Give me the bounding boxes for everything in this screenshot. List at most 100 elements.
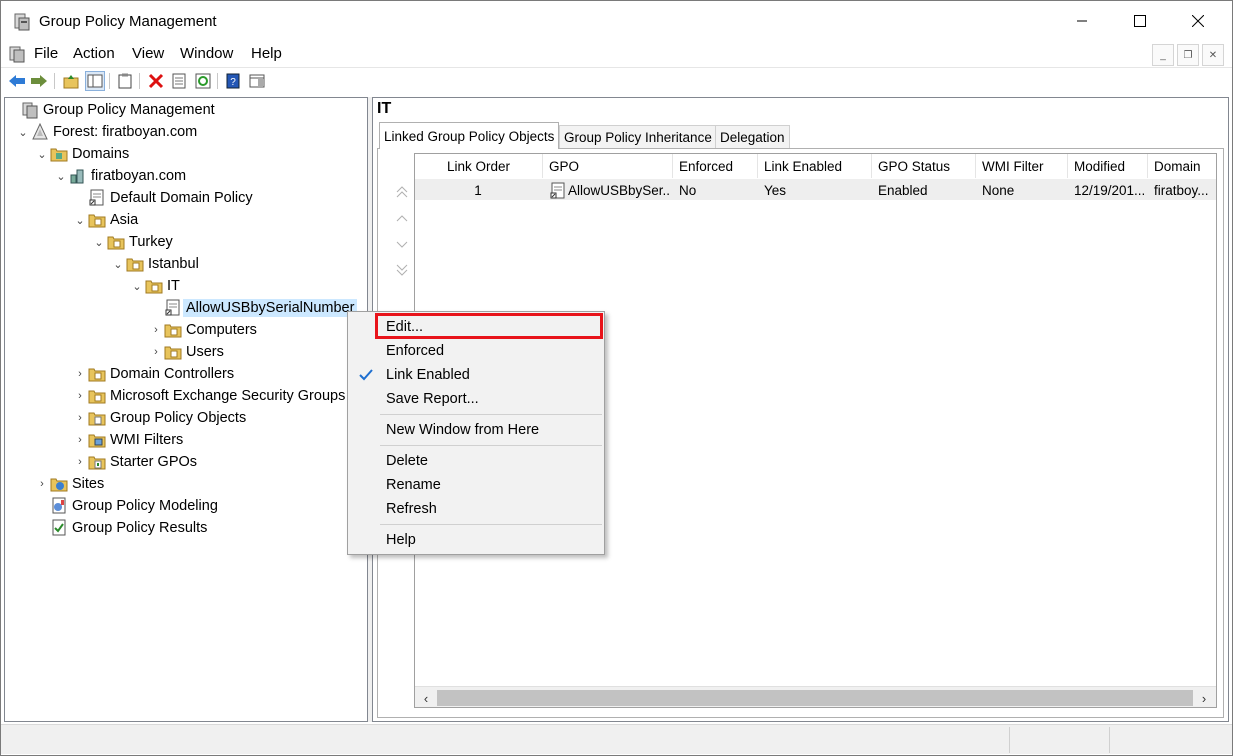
tree-item[interactable]: › Computers xyxy=(148,319,257,341)
move-to-top-button[interactable] xyxy=(390,179,414,205)
move-up-button[interactable] xyxy=(390,205,414,231)
menu-help[interactable]: Help xyxy=(251,45,282,62)
context-menu-item-save-report[interactable]: Save Report... xyxy=(350,387,602,411)
expand-chevron-icon[interactable]: › xyxy=(34,473,50,495)
close-button[interactable] xyxy=(1169,2,1227,40)
column-header[interactable]: WMI Filter xyxy=(976,154,1068,178)
collapse-chevron-icon[interactable]: ⌄ xyxy=(129,275,145,297)
tree-item[interactable]: ⌄ IT xyxy=(129,275,180,297)
tab-linked-gpos[interactable]: Linked Group Policy Objects xyxy=(379,122,560,149)
tree-item-label: Computers xyxy=(186,322,257,338)
tree-item-label: Forest: firatboyan.com xyxy=(53,124,198,140)
menu-window[interactable]: Window xyxy=(180,45,233,62)
tree-item[interactable]: ⌄ Turkey xyxy=(91,231,173,253)
clipboard-icon xyxy=(118,73,132,89)
minimize-button[interactable] xyxy=(1053,2,1111,40)
mmc-document-icon[interactable] xyxy=(7,44,27,64)
tree-item[interactable]: › Domain Controllers xyxy=(72,363,234,385)
status-bar xyxy=(1,724,1232,754)
tree-item[interactable]: Group Policy Results xyxy=(34,517,207,539)
gpm-icon xyxy=(21,101,39,119)
context-menu-item-refresh[interactable]: Refresh xyxy=(350,497,602,521)
collapse-chevron-icon[interactable]: ⌄ xyxy=(53,165,69,187)
expand-chevron-icon[interactable]: › xyxy=(72,429,88,451)
maximize-button[interactable] xyxy=(1111,2,1169,40)
tree-item[interactable]: ⌄ firatboyan.com xyxy=(53,165,186,187)
tree-item[interactable]: › Starter GPOs xyxy=(72,451,197,473)
column-header[interactable]: Enforced xyxy=(673,154,758,178)
horizontal-scrollbar[interactable]: ‹ › xyxy=(415,686,1216,707)
context-menu-item-enforced[interactable]: Enforced xyxy=(350,339,602,363)
clipboard-button[interactable] xyxy=(115,71,135,91)
expand-chevron-icon[interactable]: › xyxy=(72,407,88,429)
close-icon xyxy=(1192,15,1204,27)
context-menu-item-delete[interactable]: Delete xyxy=(350,449,602,473)
ou-folder-icon xyxy=(164,343,182,361)
column-header[interactable]: Link Enabled xyxy=(758,154,872,178)
tab-gp-inheritance[interactable]: Group Policy Inheritance xyxy=(559,125,717,148)
move-down-button[interactable] xyxy=(390,231,414,257)
cell-text: None xyxy=(982,182,1015,198)
tab-delegation[interactable]: Delegation xyxy=(715,125,790,148)
mdi-minimize-button[interactable]: _ xyxy=(1152,44,1174,66)
column-header[interactable]: Link Order xyxy=(415,154,543,178)
collapse-chevron-icon[interactable]: ⌄ xyxy=(91,231,107,253)
context-menu-item-new-window-from-here[interactable]: New Window from Here xyxy=(350,418,602,442)
move-to-bottom-button[interactable] xyxy=(390,257,414,283)
tree-item-label: Domains xyxy=(72,146,130,162)
scrollbar-thumb[interactable] xyxy=(437,690,1193,706)
expand-chevron-icon[interactable]: › xyxy=(72,451,88,473)
context-menu-item-edit[interactable]: Edit... xyxy=(350,315,602,339)
expand-chevron-icon[interactable]: › xyxy=(148,319,164,341)
menu-separator xyxy=(380,524,602,525)
collapse-chevron-icon[interactable]: ⌄ xyxy=(34,143,50,165)
context-menu-item-rename[interactable]: Rename xyxy=(350,473,602,497)
show-action-pane-button[interactable] xyxy=(247,71,267,91)
show-hide-tree-button[interactable] xyxy=(85,71,105,91)
forward-button[interactable] xyxy=(29,71,49,91)
mdi-restore-button[interactable]: ❐ xyxy=(1177,44,1199,66)
scroll-left-button[interactable]: ‹ xyxy=(417,689,435,707)
delete-button[interactable] xyxy=(146,71,166,91)
tree-item-label: Turkey xyxy=(129,234,173,250)
tree-item[interactable]: AllowUSBbySerialNumber xyxy=(148,297,358,319)
tree-item[interactable]: › WMI Filters xyxy=(72,429,183,451)
column-header[interactable]: Domain xyxy=(1148,154,1216,178)
tree-item[interactable]: ⌄ Forest: firatboyan.com xyxy=(15,121,197,143)
collapse-chevron-icon[interactable]: ⌄ xyxy=(110,253,126,275)
menu-view[interactable]: View xyxy=(132,45,164,62)
tree-item[interactable]: › Sites xyxy=(34,473,104,495)
tree-item[interactable]: ⌄ Istanbul xyxy=(110,253,198,275)
expand-chevron-icon[interactable]: › xyxy=(72,385,88,407)
tree-item[interactable]: › Users xyxy=(148,341,224,363)
back-button[interactable] xyxy=(7,71,27,91)
tree-item[interactable]: ⌄ Domains xyxy=(34,143,129,165)
context-menu-item-link-enabled[interactable]: Link Enabled xyxy=(350,363,602,387)
column-header[interactable]: Modified xyxy=(1068,154,1148,178)
help-button[interactable]: ? xyxy=(223,71,243,91)
tree-item[interactable]: › Microsoft Exchange Security Groups xyxy=(72,385,345,407)
context-menu-item-help[interactable]: Help xyxy=(350,528,602,552)
collapse-chevron-icon[interactable]: ⌄ xyxy=(15,121,31,143)
menu-file[interactable]: File xyxy=(34,45,58,62)
expand-chevron-icon[interactable]: › xyxy=(148,341,164,363)
table-cell: firatboy... xyxy=(1148,179,1216,201)
modeling-icon xyxy=(50,497,68,515)
tree-item[interactable]: Group Policy Management xyxy=(5,99,215,121)
refresh-button[interactable] xyxy=(193,71,213,91)
tree-item[interactable]: Group Policy Modeling xyxy=(34,495,218,517)
scroll-right-button[interactable]: › xyxy=(1195,689,1213,707)
expand-chevron-icon[interactable]: › xyxy=(72,363,88,385)
up-one-level-button[interactable] xyxy=(61,71,81,91)
refresh-icon xyxy=(195,73,211,89)
properties-button[interactable] xyxy=(169,71,189,91)
tree-item[interactable]: › Group Policy Objects xyxy=(72,407,246,429)
folder-up-icon xyxy=(63,75,79,89)
menu-action[interactable]: Action xyxy=(73,45,115,62)
column-header[interactable]: GPO Status xyxy=(872,154,976,178)
column-header[interactable]: GPO xyxy=(543,154,673,178)
mdi-close-button[interactable]: ✕ xyxy=(1202,44,1224,66)
tree-item[interactable]: ⌄ Asia xyxy=(72,209,138,231)
tree-item[interactable]: Default Domain Policy xyxy=(72,187,253,209)
collapse-chevron-icon[interactable]: ⌄ xyxy=(72,209,88,231)
